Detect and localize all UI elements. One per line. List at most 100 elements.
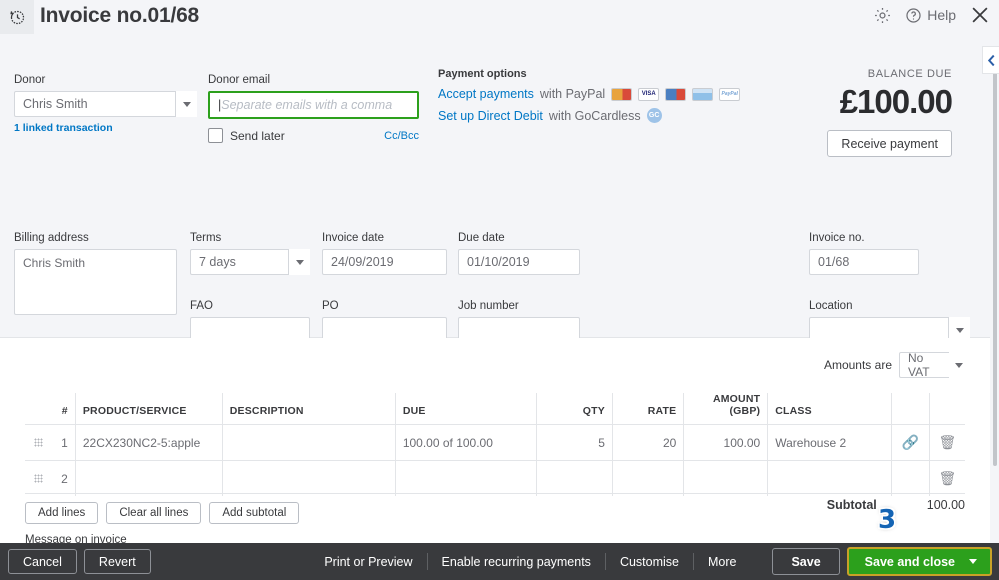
accept-payments-link[interactable]: Accept payments — [438, 87, 534, 101]
vat-value: No VAT — [908, 351, 930, 379]
chevron-down-icon — [295, 259, 304, 265]
help-circle-icon — [905, 7, 922, 24]
row-rate[interactable]: 20 — [612, 424, 685, 461]
row-link-button[interactable]: 🔗 — [891, 424, 930, 461]
col-num: # — [52, 393, 76, 425]
receive-payment-button[interactable]: Receive payment — [827, 130, 952, 157]
print-or-preview-link[interactable]: Print or Preview — [310, 553, 428, 570]
maestro-icon — [665, 87, 687, 101]
vat-dropdown-button[interactable] — [949, 352, 968, 378]
row-product[interactable]: 22CX230NC2-5:apple — [75, 424, 223, 461]
donor-input[interactable]: Chris Smith — [14, 91, 197, 117]
row-class[interactable]: Warehouse 2 — [767, 424, 892, 461]
donor-email-input[interactable]: | Separate emails with a comma — [208, 91, 419, 119]
due-date-group: Due date 01/10/2019 — [458, 232, 580, 275]
add-lines-button[interactable]: Add lines — [25, 502, 99, 524]
invoice-date-input[interactable]: 24/09/2019 — [322, 249, 447, 275]
annotation-marker-3: 3 — [878, 505, 897, 535]
row-delete-button[interactable]: 🗑 — [929, 460, 965, 496]
trash-icon: 🗑 — [938, 470, 957, 486]
table-row[interactable]: 2 🗑 — [25, 460, 965, 496]
po-group: PO — [322, 300, 447, 343]
more-link[interactable]: More — [694, 553, 750, 570]
vertical-scrollbar[interactable] — [993, 46, 997, 466]
invoice-date-group: Invoice date 24/09/2019 — [322, 232, 447, 275]
table-row[interactable]: 1 22CX230NC2-5:apple 100.00 of 100.00 5 … — [25, 424, 965, 461]
customise-link[interactable]: Customise — [606, 553, 694, 570]
col-class: CLASS — [767, 393, 892, 425]
paypal-icon: PayPal — [719, 87, 741, 101]
gocardless-icon: GC — [646, 108, 662, 123]
row-description[interactable] — [222, 460, 396, 496]
save-and-close-button[interactable]: Save and close — [846, 547, 992, 576]
row-link-cell — [891, 460, 930, 496]
balance-due-amount: £100.00 — [839, 83, 953, 120]
visa-icon: VISA — [638, 87, 660, 101]
row-qty[interactable] — [536, 460, 613, 496]
donor-email-label: Donor email — [208, 74, 270, 86]
col-delete — [929, 393, 965, 425]
location-group: Location — [809, 300, 970, 343]
billing-address-textarea[interactable]: Chris Smith — [14, 249, 177, 315]
row-rate[interactable] — [612, 460, 685, 496]
row-delete-button[interactable]: 🗑 — [929, 424, 965, 461]
due-date-input[interactable]: 01/10/2019 — [458, 249, 580, 275]
chevron-down-icon[interactable] — [969, 559, 977, 564]
row-amount[interactable] — [683, 460, 769, 496]
billing-address-group: Billing address Chris Smith — [14, 232, 177, 315]
drag-handle-icon — [34, 473, 44, 483]
terms-dropdown-button[interactable] — [288, 249, 310, 275]
revert-button[interactable]: Revert — [83, 549, 151, 574]
row-amount[interactable]: 100.00 — [683, 424, 769, 461]
col-description: DESCRIPTION — [222, 393, 396, 425]
trash-icon: 🗑 — [938, 434, 957, 450]
footer-toolbar: Cancel Revert Print or Preview Enable re… — [0, 543, 999, 580]
save-and-close-label: Save and close — [864, 554, 955, 569]
col-amount: AMOUNT (GBP) — [683, 393, 769, 425]
ccbcc-link[interactable]: Cc/Bcc — [384, 130, 419, 142]
close-icon[interactable] — [969, 4, 991, 26]
row-class[interactable] — [767, 460, 892, 496]
accept-payments-suffix: with PayPal — [539, 87, 606, 101]
row-product[interactable] — [75, 460, 223, 496]
invoice-no-input[interactable]: 01/68 — [809, 249, 919, 275]
gear-icon[interactable] — [873, 6, 892, 25]
due-date-label: Due date — [458, 232, 505, 244]
invoice-date-value: 24/09/2019 — [331, 255, 394, 269]
terms-group: Terms 7 days — [190, 232, 310, 275]
payment-options-label: Payment options — [438, 68, 527, 80]
invoice-no-group: Invoice no. 01/68 — [809, 232, 919, 275]
setup-direct-debit-link[interactable]: Set up Direct Debit — [438, 109, 543, 123]
collapse-panel-button[interactable] — [982, 46, 999, 74]
row-drag-handle[interactable] — [25, 424, 53, 461]
line-items-section: Amounts are No VAT # PRODUCT/SERVICE DES… — [0, 338, 990, 546]
link-icon: 🔗 — [901, 434, 920, 450]
terms-label: Terms — [190, 232, 222, 244]
clock-history-icon[interactable] — [0, 0, 34, 34]
cancel-button[interactable]: Cancel — [8, 549, 77, 574]
enable-recurring-payments-link[interactable]: Enable recurring payments — [428, 553, 606, 570]
col-qty: QTY — [536, 393, 613, 425]
fao-label: FAO — [190, 300, 214, 312]
linked-transaction-link[interactable]: 1 linked transaction — [14, 122, 197, 134]
billing-address-label: Billing address — [14, 232, 89, 244]
due-date-value: 01/10/2019 — [467, 255, 530, 269]
row-qty[interactable]: 5 — [536, 424, 613, 461]
row-description[interactable] — [222, 424, 396, 461]
send-later-checkbox[interactable] — [208, 128, 223, 143]
donor-dropdown-button[interactable] — [175, 91, 197, 117]
row-number: 1 — [52, 424, 76, 461]
save-button[interactable]: Save — [772, 548, 840, 575]
chevron-down-icon — [955, 327, 964, 333]
balance-due-label: BALANCE DUE — [867, 68, 952, 80]
job-number-group: Job number — [458, 300, 580, 343]
add-subtotal-button[interactable]: Add subtotal — [209, 502, 300, 524]
balance-due-block: BALANCE DUE £100.00 Receive payment — [827, 68, 953, 157]
col-link — [891, 393, 930, 425]
row-due — [395, 460, 538, 496]
help-button[interactable]: Help — [905, 7, 956, 24]
col-drag — [25, 393, 52, 425]
row-drag-handle[interactable] — [25, 460, 53, 496]
clear-all-lines-button[interactable]: Clear all lines — [106, 502, 202, 524]
donor-email-field-group: Donor email | Separate emails with a comm… — [208, 74, 419, 143]
